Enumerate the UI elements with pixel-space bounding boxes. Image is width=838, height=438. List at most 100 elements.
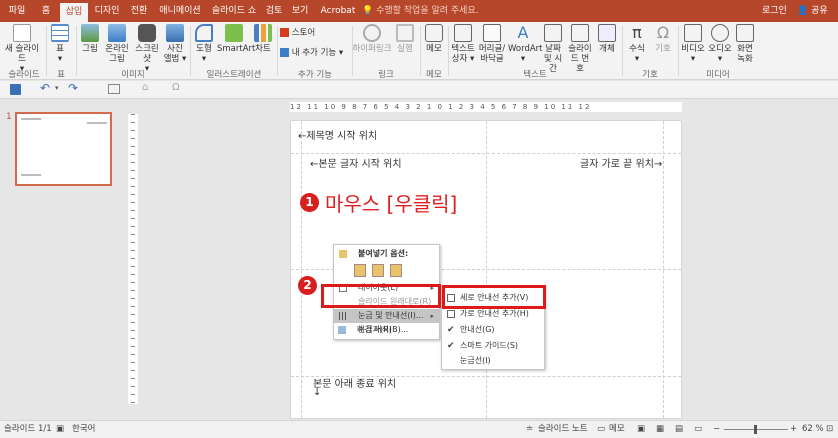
ruler-ticks (131, 114, 135, 404)
language-status[interactable]: 한국어 (72, 421, 95, 438)
store-button[interactable]: 스토어 (280, 28, 350, 38)
shapes-button[interactable]: 도형 ▾ (193, 24, 215, 64)
hyperlink-button[interactable]: 하이퍼링크 (352, 24, 392, 54)
object-button[interactable]: 개체 (595, 24, 619, 54)
slide-thumbnail[interactable] (15, 112, 112, 186)
tab-design[interactable]: 디자인 (91, 0, 123, 22)
tab-view[interactable]: 보기 (289, 0, 311, 22)
new-slide-button[interactable]: 새 슬라이드 ▾ (2, 24, 42, 74)
undo-icon[interactable]: ↶ (40, 81, 50, 95)
redo-icon[interactable]: ↷ (68, 81, 78, 95)
status-bar: 슬라이드 1/1 ▣ 한국어 ≐ 슬라이드 노트 ▭ 메모 ▣ ▦ ▤ ▭ − … (0, 420, 838, 438)
picture-button[interactable]: 그림 (78, 24, 102, 54)
object-icon (598, 24, 616, 42)
zoom-slider-thumb[interactable] (754, 425, 757, 434)
paste-text-only-icon[interactable] (390, 264, 402, 277)
group-label-comments: 메모 (426, 70, 442, 80)
slide-sorter-icon[interactable]: ▦ (656, 421, 664, 438)
notes-icon: ≐ (526, 424, 534, 434)
slide-number-button[interactable]: 슬라이 드 번호 (567, 24, 593, 74)
horizontal-ruler[interactable]: 12 11 10 9 8 7 6 5 4 3 2 1 0 1 2 3 4 5 6… (290, 102, 682, 112)
tab-slideshow[interactable]: 슬라이드 쇼 (209, 0, 259, 22)
shapes-icon (195, 24, 213, 42)
tab-file[interactable]: 파일 (2, 0, 32, 22)
paste-keep-source-icon[interactable] (354, 264, 366, 277)
zoom-level[interactable]: 62 % (802, 421, 824, 438)
video-button[interactable]: 비디오 ▾ (680, 24, 706, 64)
group-label-images: 이미지 (121, 70, 145, 80)
omega-icon[interactable]: Ω (172, 82, 180, 93)
smartart-button[interactable]: SmartArt (217, 24, 255, 54)
reading-view-icon[interactable]: ▤ (675, 421, 683, 438)
textbox-button[interactable]: 텍스트 상자 ▾ (450, 24, 476, 64)
spellcheck-icon[interactable]: ▣ (56, 421, 64, 438)
screenshot-button[interactable]: 스크린샷 ▾ (132, 24, 162, 74)
tab-acrobat[interactable]: Acrobat (318, 0, 358, 22)
undo-dropdown-icon[interactable]: ▾ (55, 84, 59, 92)
slideshow-view-icon[interactable]: ▭ (694, 421, 702, 438)
vertical-ruler[interactable] (128, 114, 138, 404)
body-start-label: ←본문 글자 시작 위치 (310, 159, 402, 170)
group-label-tables: 표 (57, 70, 65, 80)
horizontal-guide-icon (447, 310, 455, 318)
step-1-badge: 1 (300, 193, 319, 212)
share-button[interactable]: 👤 공유 (797, 0, 828, 22)
audio-button[interactable]: 오디오 ▾ (707, 24, 733, 64)
checkmark-icon: ✔ (447, 341, 455, 351)
chart-button[interactable]: 차트 (253, 24, 273, 54)
notes-button[interactable]: 슬라이드 노트 (538, 421, 588, 438)
zoom-in-icon[interactable]: + (790, 421, 797, 438)
lightbulb-icon: 💡 (362, 6, 377, 16)
start-slideshow-icon[interactable] (108, 84, 120, 94)
normal-view-icon[interactable]: ▣ (637, 421, 645, 438)
vertical-guide[interactable] (301, 121, 302, 418)
table-button[interactable]: 표 ▾ (48, 24, 72, 64)
menu-item-grid-and-guides[interactable]: 눈금 및 안내선(I)... ▸ (334, 309, 439, 323)
vertical-guide[interactable] (663, 121, 664, 418)
menu-item-format-background[interactable]: 배경 서식(B)... (333, 323, 438, 337)
symbol-button[interactable]: Ω 기호 (651, 24, 675, 55)
video-icon (684, 24, 702, 42)
comment-button[interactable]: 메모 (423, 24, 445, 54)
highlight-box-grid-guides (321, 284, 441, 308)
slide-thumbnail-pane: 1 (0, 100, 118, 420)
action-button[interactable]: 실행 (394, 24, 416, 54)
tab-review[interactable]: 검토 (263, 0, 285, 22)
wordart-button[interactable]: A WordArt ▾ (508, 24, 543, 65)
fit-slide-icon[interactable]: ⊡ (826, 421, 833, 438)
step-1-text: 마우스 [우클릭] (325, 192, 458, 216)
hyperlink-icon (363, 24, 381, 42)
save-icon[interactable] (10, 84, 21, 95)
paste-picture-icon[interactable] (372, 264, 384, 277)
share-label: 공유 (811, 6, 828, 16)
tell-me-box[interactable]: 💡 수행할 작업을 알려 주세요. (362, 0, 479, 22)
format-painter-icon[interactable]: ⌂ (142, 82, 148, 93)
login-link[interactable]: 로그인 (762, 0, 787, 22)
tab-transitions[interactable]: 전환 (127, 0, 151, 22)
header-footer-button[interactable]: 머리글/바닥글 (477, 24, 507, 64)
title-start-label: ←제목명 시작 위치 (298, 131, 378, 142)
submenu-item-gridlines[interactable]: 눈금선(I) (442, 354, 544, 368)
submenu-item-guides[interactable]: ✔ 안내선(G) (442, 323, 544, 337)
submenu-arrow-icon: ▸ (430, 312, 434, 320)
vertical-guide[interactable] (486, 121, 487, 418)
down-arrow-icon: ↓ (313, 387, 322, 398)
paste-options-label: 붙여넣기 옵션: (334, 247, 439, 261)
equation-button[interactable]: π 수식 ▾ (625, 24, 649, 65)
tab-home[interactable]: 홈 (36, 0, 56, 22)
comment-icon (425, 24, 443, 42)
submenu-item-smart-guides[interactable]: ✔ 스마트 가이드(S) (442, 339, 544, 353)
comments-button[interactable]: 메모 (609, 421, 625, 438)
submenu-item-add-horizontal-guide[interactable]: 가로 안내선 추가(H) (442, 307, 544, 321)
addins-icon (280, 48, 289, 57)
online-picture-button[interactable]: 온라인 그림 (104, 24, 130, 64)
photo-album-button[interactable]: 사진 앨범 ▾ (163, 24, 187, 64)
my-addins-button[interactable]: 내 추가 기능 ▾ (280, 48, 350, 58)
zoom-out-icon[interactable]: − (713, 421, 720, 438)
tab-insert[interactable]: 삽입 (60, 3, 88, 22)
group-label-addins: 추가 기능 (298, 70, 332, 80)
tab-animations[interactable]: 애니메이션 (155, 0, 205, 22)
screen-recording-button[interactable]: 화면 녹화 (734, 24, 756, 64)
checkmark-icon: ✔ (447, 325, 455, 335)
date-time-button[interactable]: 날짜 및 시간 (540, 24, 566, 74)
